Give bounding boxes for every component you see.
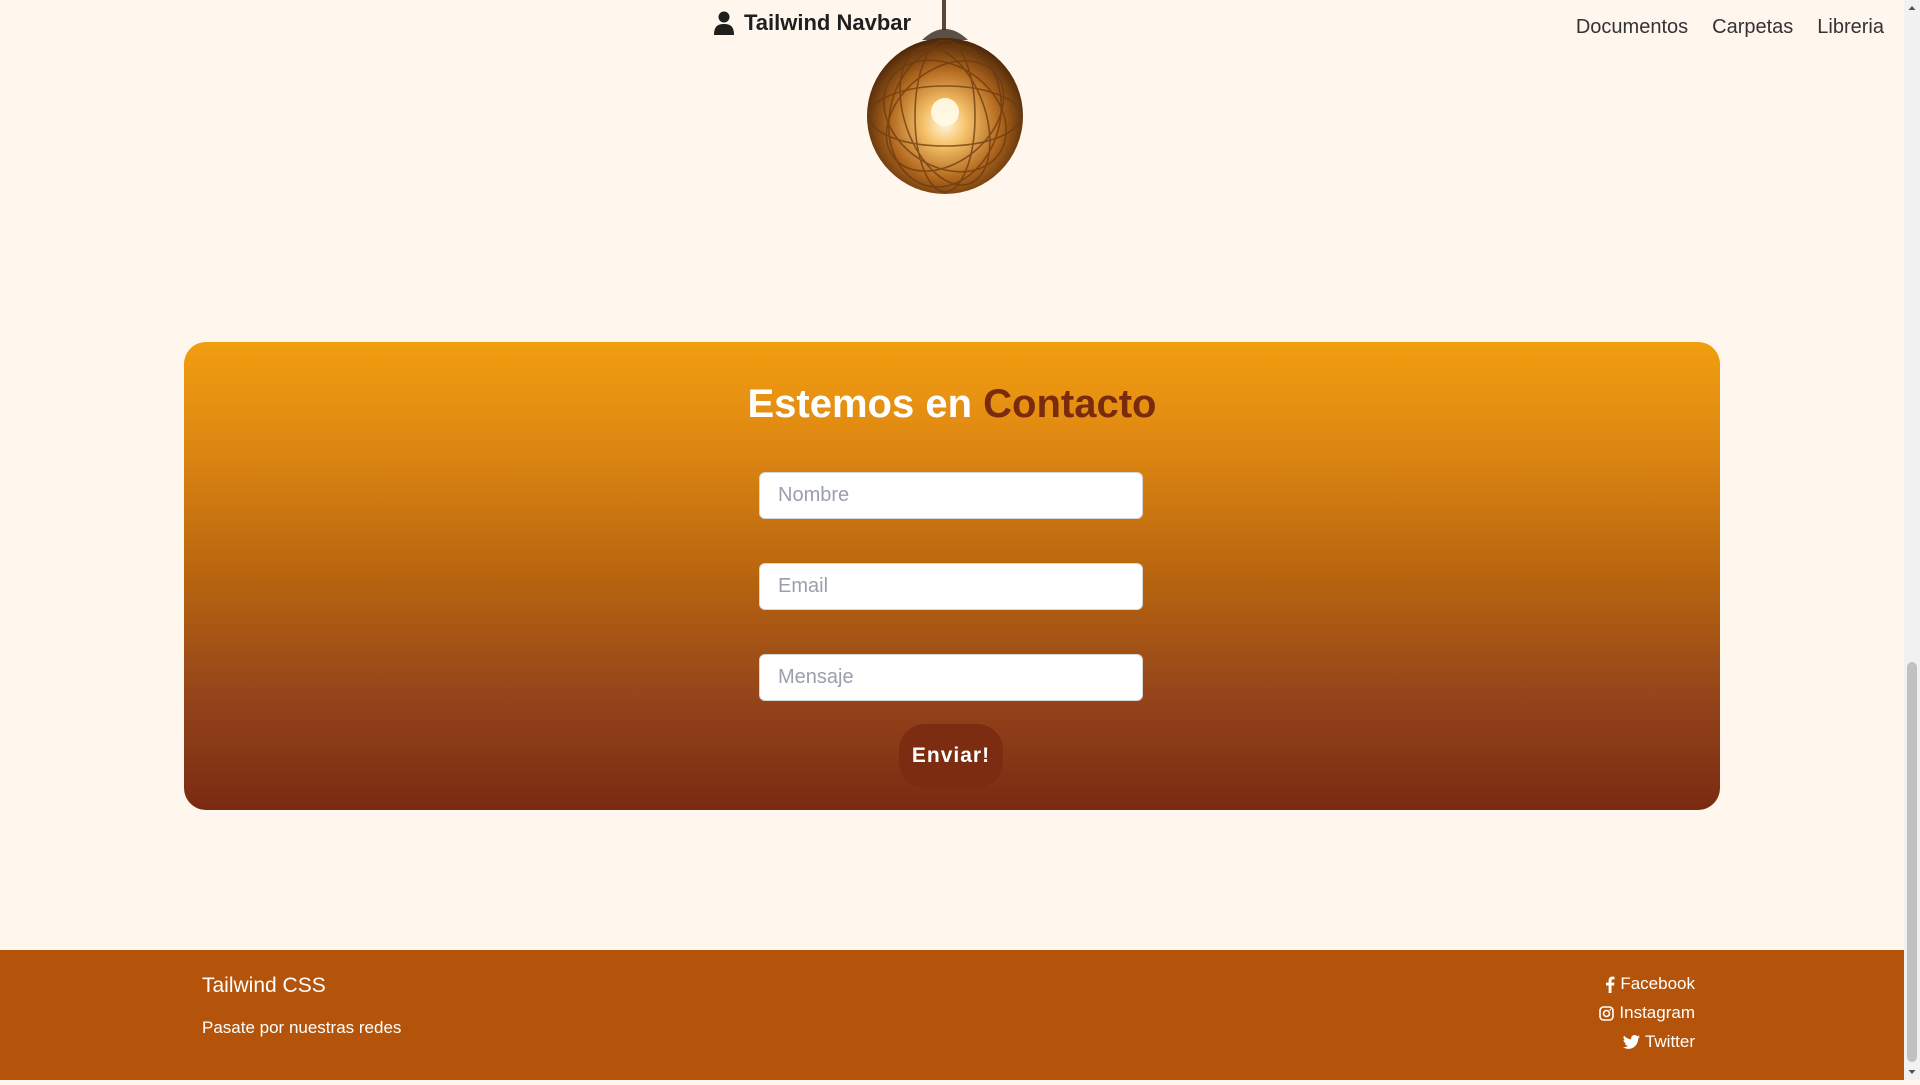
contact-title-part1: Estemos en [747,382,973,426]
instagram-label: Instagram [1619,1003,1695,1022]
contact-title-part2: Contacto [983,382,1157,426]
footer-subtitle: Pasate por nuestras redes [202,1018,402,1037]
user-icon [714,11,734,35]
footer: Tailwind CSS Pasate por nuestras redes F… [0,950,1904,1080]
facebook-link[interactable]: Facebook [1605,974,1695,994]
scroll-down-arrow-icon[interactable] [1904,1064,1920,1080]
instagram-icon [1599,1005,1615,1021]
footer-title: Tailwind CSS [202,974,326,997]
name-input[interactable] [759,472,1143,519]
email-input[interactable] [759,563,1143,610]
twitter-icon [1622,1035,1640,1049]
lamp-image [862,0,1028,206]
facebook-icon [1605,976,1615,993]
send-button[interactable]: Enviar! [899,724,1003,788]
contact-title: Estemos en Contacto [184,382,1720,427]
nav-links: Documentos Carpetas Libreria [1576,16,1884,39]
scrollbar-thumb[interactable] [1907,662,1917,1062]
instagram-link[interactable]: Instagram [1599,1003,1695,1023]
nav-link-carpetas[interactable]: Carpetas [1712,16,1793,39]
nav-link-libreria[interactable]: Libreria [1817,16,1884,39]
page-scrollbar[interactable] [1904,0,1920,1080]
scroll-up-arrow-icon[interactable] [1904,0,1920,16]
social-links: Facebook Instagram Twitter [1599,974,1695,1052]
contact-card: Estemos en Contacto Enviar! [184,342,1720,810]
twitter-label: Twitter [1644,1032,1695,1051]
nav-link-documentos[interactable]: Documentos [1576,16,1688,39]
twitter-link[interactable]: Twitter [1622,1032,1695,1052]
message-input[interactable] [759,654,1143,701]
facebook-label: Facebook [1620,974,1695,993]
